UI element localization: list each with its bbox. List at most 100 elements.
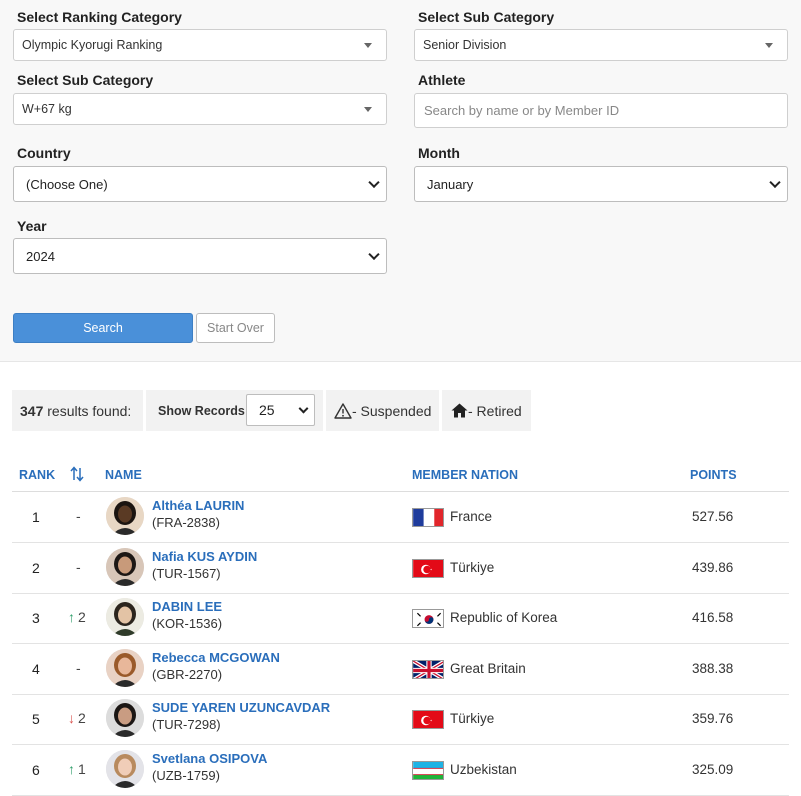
member-nation: Great Britain bbox=[450, 660, 526, 676]
points-cell: 416.58 bbox=[692, 610, 734, 626]
member-nation: Türkiye bbox=[450, 711, 495, 727]
rank-change: - bbox=[76, 659, 81, 676]
sub-category-2-value: W+67 kg bbox=[22, 102, 72, 116]
rank-change: 1 bbox=[78, 761, 86, 777]
athlete-name-link[interactable]: Althéa LAURIN bbox=[152, 498, 244, 513]
year-label: Year bbox=[17, 218, 47, 234]
member-id: (TUR-1567) bbox=[152, 565, 221, 581]
retired-label: - Retired bbox=[468, 402, 522, 419]
arrow-up-icon: ↑ bbox=[68, 609, 75, 626]
athlete-search-input[interactable]: Search by name or by Member ID bbox=[414, 93, 788, 128]
athlete-avatar[interactable] bbox=[106, 648, 144, 687]
chevron-down-icon bbox=[368, 176, 380, 189]
start-over-button[interactable]: Start Over bbox=[196, 313, 275, 343]
athlete-label: Athlete bbox=[418, 72, 466, 88]
table-header: RANK NAME MEMBER NATION POINTS bbox=[12, 460, 789, 492]
rank-cell: 3 bbox=[32, 610, 40, 627]
member-id: (FRA-2838) bbox=[152, 515, 220, 530]
rank-movement: ↑ 1 bbox=[68, 761, 86, 777]
member-nation: Uzbekistan bbox=[450, 762, 517, 777]
member-nation: Türkiye bbox=[450, 559, 495, 575]
athlete-avatar[interactable] bbox=[106, 547, 144, 586]
results-count: 347 results found: bbox=[12, 390, 143, 431]
rank-change: 2 bbox=[78, 609, 86, 626]
ranking-category-select[interactable]: Olympic Kyorugi Ranking bbox=[13, 29, 387, 61]
caret-down-icon bbox=[364, 43, 372, 48]
points-cell: 325.09 bbox=[692, 762, 734, 777]
france-flag-icon bbox=[412, 508, 444, 527]
athlete-name-link[interactable]: DABIN LEE bbox=[152, 599, 222, 614]
chevron-down-icon bbox=[298, 403, 309, 414]
retired-legend: - Retired bbox=[442, 390, 531, 431]
filter-panel: Select Ranking Category Olympic Kyorugi … bbox=[0, 0, 801, 362]
sub-category-1-value: Senior Division bbox=[423, 38, 507, 52]
sort-icon[interactable] bbox=[70, 466, 84, 485]
athlete-name-link[interactable]: SUDE YAREN UZUNCAVDAR bbox=[152, 700, 330, 715]
year-value: 2024 bbox=[26, 248, 55, 264]
rank-movement: - bbox=[68, 559, 81, 575]
rank-movement: - bbox=[68, 508, 81, 524]
table-row: 1 - Althéa LAURIN (FRA-2838) France 527.56 bbox=[12, 492, 789, 543]
country-select[interactable]: (Choose One) bbox=[13, 166, 387, 202]
turkey-flag-icon bbox=[412, 558, 444, 578]
results-count-text: results found: bbox=[47, 402, 132, 419]
member-nation: France bbox=[450, 509, 493, 524]
athlete-search-placeholder: Search by name or by Member ID bbox=[424, 103, 620, 118]
athlete-name-link[interactable]: Svetlana OSIPOVA bbox=[152, 751, 267, 766]
member-id: (TUR-7298) bbox=[152, 717, 221, 733]
athlete-avatar[interactable] bbox=[106, 699, 144, 738]
uzbekistan-flag-icon bbox=[412, 761, 444, 780]
search-button[interactable]: Search bbox=[13, 313, 193, 343]
year-select[interactable]: 2024 bbox=[13, 238, 387, 274]
member-nation: Republic of Korea bbox=[450, 610, 558, 626]
suspended-label: - Suspended bbox=[352, 402, 432, 419]
table-row: 6 ↑ 1 Svetlana OSIPOVA (UZB-1759) Uzbekistan 3… bbox=[12, 745, 789, 796]
table-row: 4 - Rebecca MCGOWAN (GBR-2270) Great Britain… bbox=[12, 644, 789, 695]
sub-category-2-label: Select Sub Category bbox=[17, 72, 154, 88]
member-id: (UZB-1759) bbox=[152, 768, 220, 783]
athlete-name-link[interactable]: Rebecca MCGOWAN bbox=[152, 650, 280, 665]
country-value: (Choose One) bbox=[26, 176, 108, 192]
chevron-down-icon bbox=[368, 248, 380, 261]
rank-cell: 6 bbox=[32, 762, 40, 778]
results-count-number: 347 bbox=[20, 402, 44, 419]
rank-cell: 1 bbox=[32, 509, 40, 525]
member-id: (KOR-1536) bbox=[152, 616, 223, 632]
arrow-down-icon: ↓ bbox=[68, 710, 75, 727]
header-nation[interactable]: MEMBER NATION bbox=[412, 468, 518, 482]
athlete-avatar[interactable] bbox=[106, 598, 144, 637]
ranking-category-value: Olympic Kyorugi Ranking bbox=[22, 38, 163, 52]
member-id: (GBR-2270) bbox=[152, 666, 223, 682]
rank-movement: - bbox=[68, 660, 81, 676]
sub-category-2-select[interactable]: W+67 kg bbox=[13, 93, 387, 125]
warning-icon bbox=[334, 402, 352, 419]
rank-cell: 2 bbox=[32, 559, 40, 576]
rank-change: 2 bbox=[78, 710, 86, 727]
month-value: January bbox=[427, 176, 474, 192]
caret-down-icon bbox=[765, 43, 773, 48]
rank-cell: 5 bbox=[32, 711, 40, 728]
points-cell: 359.76 bbox=[692, 711, 734, 727]
suspended-legend: - Suspended bbox=[326, 390, 439, 431]
table-row: 3 ↑ 2 DABIN LEE (KOR-1536) Republic of Korea 4… bbox=[12, 593, 789, 645]
points-cell: 439.86 bbox=[692, 559, 734, 575]
month-label: Month bbox=[418, 145, 460, 161]
header-points[interactable]: POINTS bbox=[690, 468, 737, 482]
header-rank[interactable]: RANK bbox=[19, 468, 55, 482]
athlete-avatar[interactable] bbox=[106, 750, 144, 788]
caret-down-icon bbox=[364, 107, 372, 112]
athlete-avatar[interactable] bbox=[106, 497, 144, 535]
sub-category-1-select[interactable]: Senior Division bbox=[414, 29, 788, 61]
arrow-up-icon: ↑ bbox=[68, 761, 75, 777]
athlete-name-link[interactable]: Nafia KUS AYDIN bbox=[152, 549, 257, 564]
points-cell: 527.56 bbox=[692, 509, 734, 524]
sub-category-1-label: Select Sub Category bbox=[418, 9, 555, 25]
month-select[interactable]: January bbox=[414, 166, 788, 202]
show-records-select[interactable]: 25 bbox=[246, 394, 315, 426]
rank-movement: ↑ 2 bbox=[68, 609, 86, 625]
rank-change: - bbox=[76, 558, 81, 575]
rank-cell: 4 bbox=[32, 660, 40, 677]
turkey-flag-icon bbox=[412, 710, 444, 730]
header-name[interactable]: NAME bbox=[105, 468, 142, 482]
uk-flag-icon bbox=[412, 659, 444, 679]
